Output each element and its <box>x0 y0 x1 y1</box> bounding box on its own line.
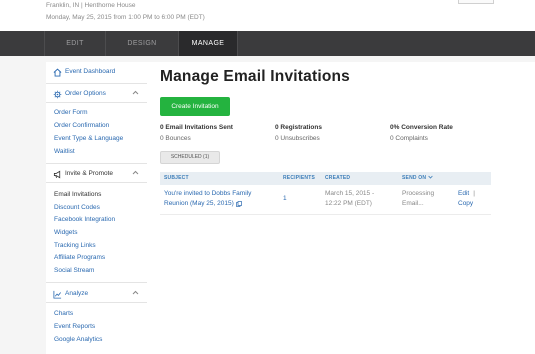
chevron-down-icon <box>428 172 433 185</box>
sidebar-item-widgets[interactable]: Widgets <box>54 228 77 237</box>
sidebar-section-order-options[interactable]: Order Options <box>46 86 147 102</box>
column-recipients[interactable]: RECIPIENTS <box>283 172 315 185</box>
table-row: You're invited to Dobbs Family Reunion (… <box>160 185 491 215</box>
chevron-up-icon[interactable] <box>132 86 139 102</box>
column-created[interactable]: CREATED <box>325 172 350 185</box>
sidebar-section-label: Order Options <box>65 90 106 97</box>
create-invitation-button[interactable]: Create Invitation <box>160 97 230 116</box>
megaphone-icon <box>52 166 62 182</box>
chart-icon <box>52 286 62 302</box>
chevron-up-icon[interactable] <box>132 286 139 302</box>
event-datetime: Monday, May 25, 2015 from 1:00 PM to 6:0… <box>46 14 205 21</box>
sidebar-item-order-confirmation[interactable]: Order Confirmation <box>54 121 109 130</box>
sidebar-item-event-reports[interactable]: Event Reports <box>54 322 95 331</box>
sidebar-item-waitlist[interactable]: Waitlist <box>54 147 75 156</box>
tab-design[interactable]: DESIGN <box>106 31 178 56</box>
main-nav: EDIT DESIGN MANAGE <box>0 31 535 56</box>
subject-line-2-row: Reunion (May 25, 2015) <box>164 199 251 209</box>
send-on-line-2: Email... <box>402 200 424 207</box>
row-actions: Edit | Copy <box>458 189 475 209</box>
sidebar-section-label: Analyze <box>65 290 89 297</box>
column-subject[interactable]: SUBJECT <box>164 172 189 185</box>
sidebar-divider <box>46 102 147 103</box>
page-title: Manage Email Invitations <box>160 68 350 85</box>
sidebar-item-event-type-language[interactable]: Event Type & Language <box>54 134 123 143</box>
column-send-on[interactable]: SEND ON <box>402 172 433 185</box>
sidebar-item-order-form[interactable]: Order Form <box>54 108 88 117</box>
sidebar-section-analyze[interactable]: Analyze <box>46 286 147 302</box>
sidebar-item-email-invitations[interactable]: Email Invitations <box>54 190 101 199</box>
created-line-1: March 15, 2015 - <box>325 190 375 197</box>
created-line-2: 12:22 PM (EDT) <box>325 200 372 207</box>
created-datetime: March 15, 2015 - 12:22 PM (EDT) <box>325 189 374 209</box>
column-send-on-label: SEND ON <box>402 175 427 181</box>
sidebar-item-charts[interactable]: Charts <box>54 309 73 318</box>
sidebar-item-google-analytics[interactable]: Google Analytics <box>54 335 102 344</box>
stat-invitations-sent: 0 Email Invitations Sent <box>160 124 233 131</box>
sidebar-section-invite-promote[interactable]: Invite & Promote <box>46 166 147 182</box>
tab-edit[interactable]: EDIT <box>45 31 105 56</box>
sidebar-divider <box>46 182 147 183</box>
tab-scheduled[interactable]: SCHEDULED (1) <box>160 151 220 164</box>
send-on-line-1: Processing <box>402 190 435 197</box>
action-separator: | <box>473 190 475 197</box>
copy-page-icon <box>235 201 242 207</box>
event-header: Franklin, IN | Henthorne House Monday, M… <box>0 0 535 31</box>
invitation-subject-link[interactable]: You're invited to Dobbs Family Reunion (… <box>164 189 251 209</box>
sidebar: Event Dashboard Order Options Order Form… <box>46 62 147 354</box>
sidebar-item-tracking-links[interactable]: Tracking Links <box>54 241 96 250</box>
subject-line-1: You're invited to Dobbs Family <box>164 190 252 197</box>
subject-line-2: Reunion (May 25, 2015) <box>164 200 234 207</box>
copy-link[interactable]: Copy <box>458 199 475 209</box>
stat-unsubscribes: 0 Unsubscribes <box>275 135 320 142</box>
table-header: SUBJECT RECIPIENTS CREATED SEND ON <box>160 172 491 185</box>
nav-divider <box>237 31 238 56</box>
sidebar-item-social-stream[interactable]: Social Stream <box>54 266 94 275</box>
sidebar-item-dashboard[interactable]: Event Dashboard <box>46 64 147 80</box>
row-actions-line-1: Edit | <box>458 189 475 199</box>
event-location: Franklin, IN | Henthorne House <box>46 2 136 9</box>
stat-conversion-rate: 0% Conversion Rate <box>390 124 453 131</box>
sidebar-divider <box>46 282 147 283</box>
sidebar-divider <box>46 163 147 164</box>
sidebar-item-label: Event Dashboard <box>65 68 116 75</box>
sidebar-item-facebook-integration[interactable]: Facebook Integration <box>54 215 115 224</box>
header-button[interactable] <box>458 0 494 4</box>
recipients-count[interactable]: 1 <box>283 194 287 204</box>
tab-manage[interactable]: MANAGE <box>179 31 237 56</box>
stat-registrations: 0 Registrations <box>275 124 322 131</box>
stat-bounces: 0 Bounces <box>160 135 191 142</box>
sidebar-item-affiliate-programs[interactable]: Affiliate Programs <box>54 253 105 262</box>
main-content: Manage Email Invitations Create Invitati… <box>147 62 535 354</box>
sidebar-item-discount-codes[interactable]: Discount Codes <box>54 203 100 212</box>
send-on-status: Processing Email... <box>402 189 434 209</box>
home-icon <box>52 64 62 80</box>
chevron-up-icon[interactable] <box>132 166 139 182</box>
stat-complaints: 0 Complaints <box>390 135 428 142</box>
sidebar-section-label: Invite & Promote <box>65 170 114 177</box>
sidebar-divider <box>46 302 147 303</box>
edit-link[interactable]: Edit <box>458 190 469 197</box>
gear-icon <box>52 86 62 102</box>
sidebar-divider <box>46 83 147 84</box>
